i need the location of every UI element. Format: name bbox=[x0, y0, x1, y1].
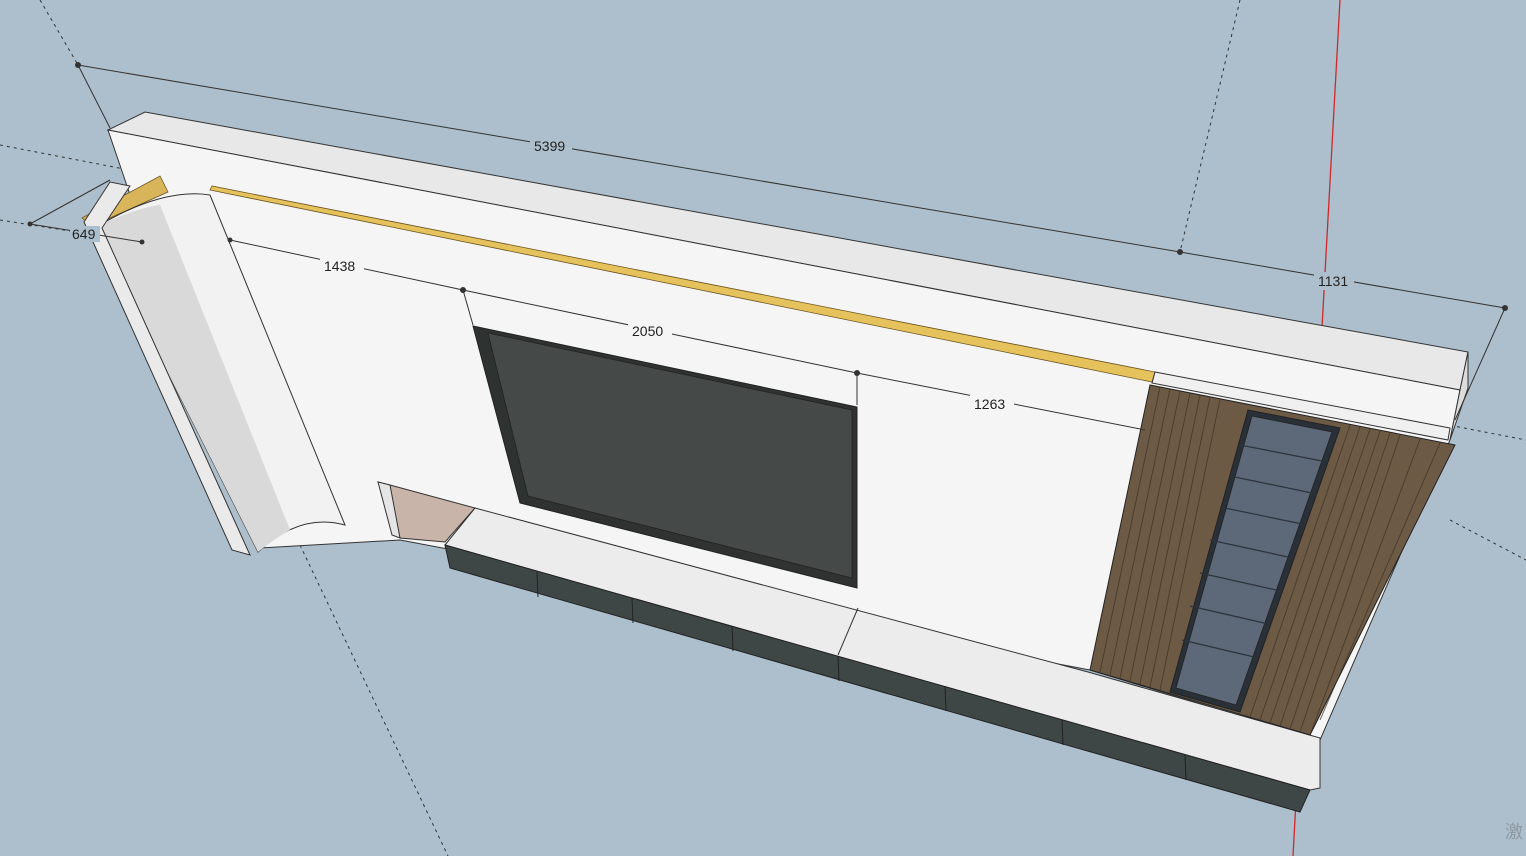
dimension-total-width[interactable]: 5399 bbox=[534, 138, 565, 154]
guide-line-top-left bbox=[39, 0, 79, 66]
dimension-cabinet-width[interactable]: 1131 bbox=[1318, 273, 1348, 289]
watermark-text: 激 bbox=[1505, 822, 1523, 842]
model-viewport[interactable]: 5399 1131 649 1438 2050 1263 激 bbox=[0, 0, 1526, 856]
guide-line-low-right bbox=[1449, 519, 1526, 561]
dimension-right-offset[interactable]: 1263 bbox=[974, 396, 1005, 412]
dimension-side-depth[interactable]: 649 bbox=[72, 226, 96, 242]
guide-line-upper-right bbox=[1179, 0, 1241, 253]
dimension-left-offset[interactable]: 1438 bbox=[324, 258, 355, 274]
dimension-tv-width[interactable]: 2050 bbox=[632, 323, 663, 339]
guide-line-bottom bbox=[299, 544, 449, 856]
